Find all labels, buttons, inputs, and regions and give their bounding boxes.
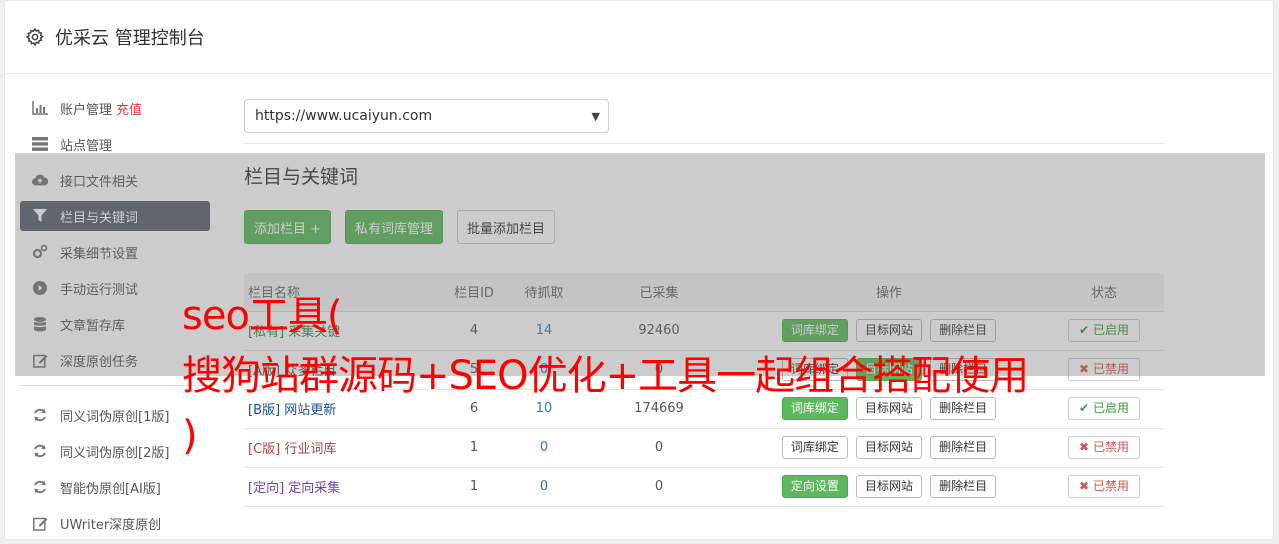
collected-count: 0: [584, 428, 734, 468]
site-select-value: https://www.ucaiyun.com: [255, 108, 433, 124]
pending-count[interactable]: 0: [504, 428, 584, 468]
status-cell: ✖ 已禁用: [1044, 428, 1164, 468]
server-icon: [32, 136, 48, 152]
pending-count[interactable]: 0: [504, 467, 584, 507]
target-site-button[interactable]: 目标网站: [855, 397, 922, 420]
sidebar-item-account[interactable]: 账户管理 充值: [20, 93, 210, 123]
status-label: 已禁用: [1092, 440, 1129, 454]
header: 优采云 管理控制台: [5, 1, 1273, 74]
watermark-overlay: [15, 153, 1265, 376]
overlay-text-line2: 搜狗站群源码+SEO优化+工具一起组合搭配使用: [182, 353, 1029, 399]
site-select[interactable]: https://www.ucaiyun.com ▼: [244, 99, 609, 133]
sidebar-item-label: 同义词伪原创[1版]: [60, 409, 170, 425]
collected-count: 0: [584, 467, 734, 507]
actions-cell: 定向设置 目标网站 删除栏目: [734, 467, 1044, 507]
edit-icon: [32, 515, 48, 531]
chevron-down-icon: ▼: [591, 110, 600, 123]
column-id: 1: [444, 428, 504, 468]
column-tag: [定向]: [248, 481, 285, 496]
target-site-button[interactable]: 目标网站: [855, 475, 922, 498]
sidebar-item-label: 同义词伪原创[2版]: [60, 445, 170, 461]
column-name-link[interactable]: 网站更新: [284, 403, 336, 418]
delete-column-button[interactable]: 删除栏目: [930, 397, 997, 420]
divider: [244, 143, 1164, 144]
column-tag: [C版]: [248, 442, 281, 457]
column-id: 1: [444, 467, 504, 507]
delete-column-button[interactable]: 删除栏目: [930, 436, 997, 459]
table-row: [C版] 行业词库 1 0 0 词库绑定 目标网站 删除栏目 ✖ 已禁用: [244, 428, 1164, 468]
refresh-icon: [32, 407, 48, 423]
bind-lexicon-button[interactable]: 词库绑定: [781, 397, 848, 420]
status-label: 已启用: [1092, 401, 1129, 415]
sidebar-item-label: 智能伪原创[AI版]: [60, 481, 161, 497]
column-name-link[interactable]: 定向采集: [288, 481, 340, 496]
close-icon: ✖: [1079, 479, 1090, 493]
overlay-text-line1: seo工具(: [182, 293, 343, 339]
directional-settings-button[interactable]: 定向设置: [781, 475, 848, 498]
column-name-cell: [C版] 行业词库: [244, 428, 444, 468]
actions-cell: 词库绑定 目标网站 删除栏目: [734, 428, 1044, 468]
overlay-text-line3: ): [182, 413, 198, 459]
status-cell: ✔ 已启用: [1044, 389, 1164, 429]
table-row: [定向] 定向采集 1 0 0 定向设置 目标网站 删除栏目 ✖ 已禁用: [244, 467, 1164, 507]
status-toggle[interactable]: ✔ 已启用: [1068, 397, 1140, 420]
column-name-cell: [定向] 定向采集: [244, 467, 444, 507]
sidebar-tool-ai-rewrite[interactable]: 智能伪原创[AI版]: [20, 472, 210, 502]
refresh-icon: [32, 479, 48, 495]
check-icon: ✔: [1079, 401, 1090, 415]
column-tag: [B版]: [248, 403, 281, 418]
column-name-link[interactable]: 行业词库: [284, 442, 336, 457]
close-icon: ✖: [1079, 440, 1090, 454]
bind-lexicon-button[interactable]: 词库绑定: [781, 436, 848, 459]
target-site-button[interactable]: 目标网站: [855, 436, 922, 459]
status-toggle[interactable]: ✖ 已禁用: [1068, 436, 1140, 459]
refresh-icon: [32, 443, 48, 459]
sidebar-item-label: 账户管理: [60, 102, 113, 118]
page-title: 优采云 管理控制台: [55, 28, 205, 49]
bar-chart-icon: [32, 100, 48, 116]
status-label: 已禁用: [1092, 479, 1129, 493]
sidebar-tool-uwriter[interactable]: UWriter深度原创: [20, 508, 210, 538]
status-cell: ✖ 已禁用: [1044, 467, 1164, 507]
gear-icon: [25, 27, 44, 47]
delete-column-button[interactable]: 删除栏目: [930, 475, 997, 498]
status-toggle[interactable]: ✖ 已禁用: [1068, 475, 1140, 498]
recharge-link[interactable]: 充值: [116, 99, 142, 118]
sidebar-item-label: 站点管理: [60, 138, 113, 154]
